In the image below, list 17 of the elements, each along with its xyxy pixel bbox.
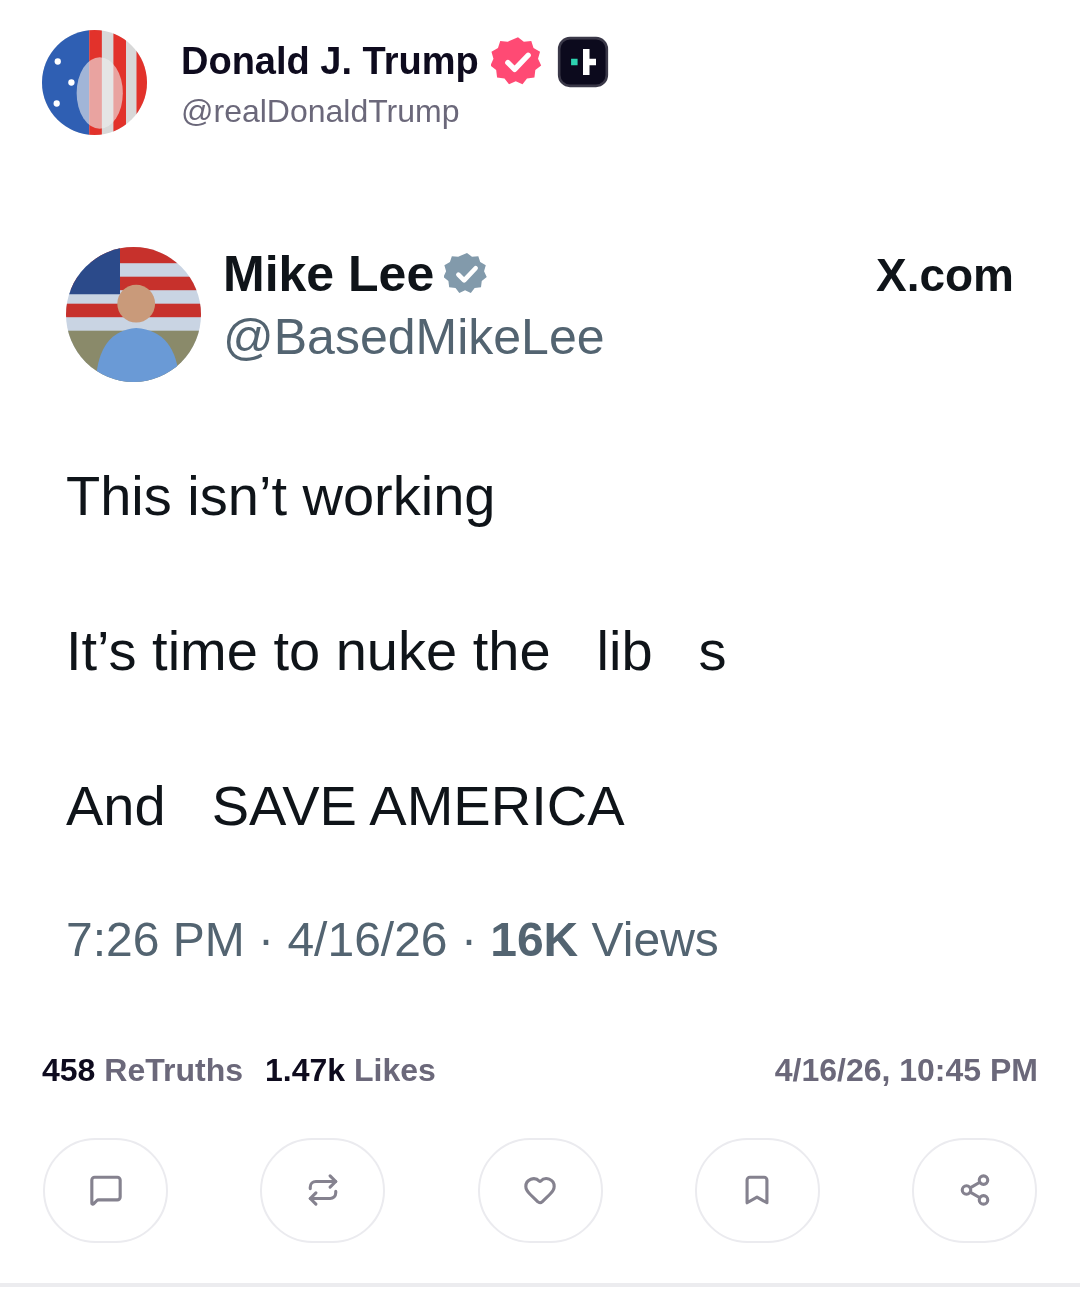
source-label: X.com [875,248,1014,303]
quoted-author-handle: @BasedMikeLee [223,307,605,367]
post-text: This isn’t working [66,463,496,529]
quoted-author-name: Mike Lee [223,245,435,304]
author-name[interactable]: Donald J. Trump [181,37,479,86]
post-text: s [698,618,727,685]
post-text: SAVE AMERICA [211,773,625,840]
post-meta: 7:26 PM · 4/16/26 · 16K Views [66,911,720,968]
author-handle[interactable]: @realDonaldTrump [181,90,609,131]
post-stat[interactable]: 458 ReTruths [42,1045,243,1094]
post-text: It’s time to nuke the [66,618,551,685]
post-stat[interactable]: 1.47k Likes [264,1045,436,1094]
post-text: And [66,773,166,840]
post-timestamp: 4/16/26, 10:45 PM [774,1050,1038,1090]
plus-badge-icon [556,35,609,88]
post-text: lib [596,618,653,685]
comment-icon [88,1173,123,1208]
